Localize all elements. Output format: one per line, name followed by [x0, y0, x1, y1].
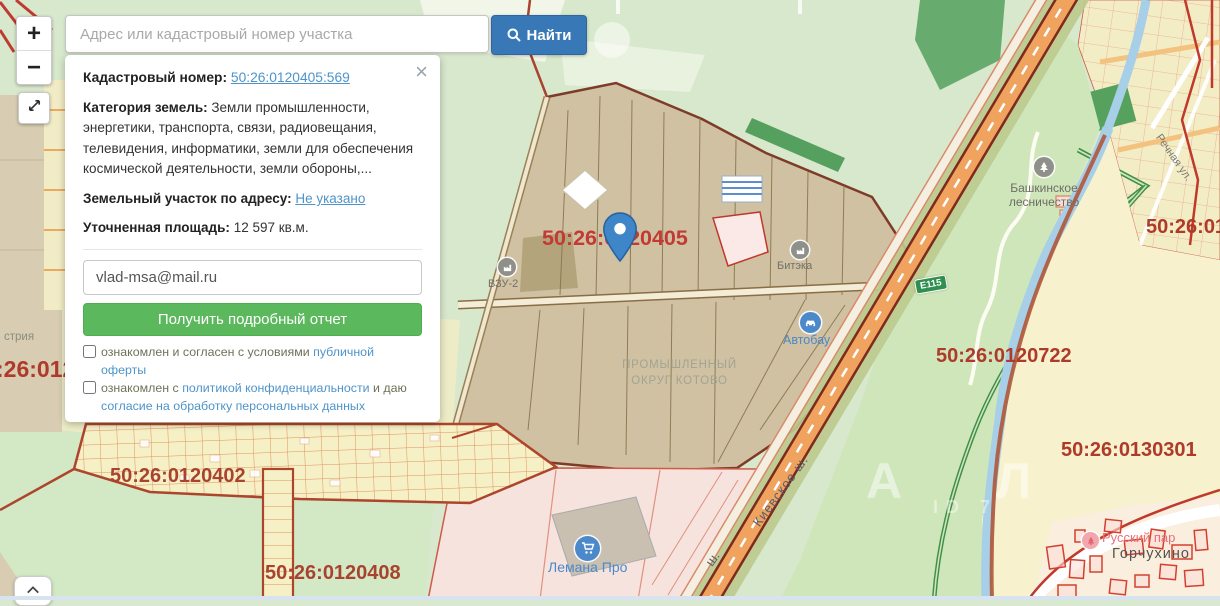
parcel-info-panel: × Кадастровый номер: 50:26:0120405:569 К… [65, 55, 440, 422]
expand-icon [27, 98, 42, 118]
offer-consent-text: ознакомлен и согласен с условиями [101, 345, 310, 359]
parcel-label-0120402: 50:26:0120402 [110, 465, 246, 487]
privacy-consent-text1: ознакомлен с [101, 381, 179, 395]
search-button-label: Найти [527, 27, 572, 44]
offer-consent-row: ознакомлен и согласен с условиями публич… [83, 344, 422, 379]
offer-consent-checkbox[interactable] [83, 345, 96, 358]
zoom-in-button[interactable]: + [17, 17, 51, 50]
forestry-icon [1034, 157, 1054, 177]
place-label-striya: стрия [4, 331, 34, 344]
fullscreen-button[interactable] [18, 92, 50, 124]
get-report-button[interactable]: Получить подробный отчет [83, 303, 422, 336]
avtobau-icon [800, 312, 821, 333]
cadastral-map-app: { "colors": { "accent_blue": "#3878b6", … [0, 0, 1220, 600]
vzu-label: ВЗУ-2 [488, 278, 518, 290]
area-label: Уточненная площадь: [83, 220, 230, 235]
parcel-label-0130301: 50:26:0130301 [1061, 439, 1197, 461]
divider [83, 249, 422, 250]
lemana-cart-icon [575, 536, 600, 561]
search-button[interactable]: Найти [491, 15, 587, 55]
map-pin-marker [602, 212, 638, 267]
zoom-controls: + − [16, 16, 52, 85]
privacy-consent-text2: и даю [373, 381, 407, 395]
forestry-label-line2: лесничество [998, 196, 1090, 210]
district-label-line2: ОКРУГ КОТОВО [597, 374, 762, 390]
cadastral-number-row: Кадастровый номер: 50:26:0120405:569 [83, 68, 422, 88]
privacy-consent-row: ознакомлен с политикой конфиденциальност… [83, 380, 422, 415]
address-label: Земельный участок по адресу: [83, 191, 292, 206]
cadastral-number-link[interactable]: 50:26:0120405:569 [231, 70, 350, 85]
bottom-strip [0, 596, 1220, 600]
parcel-label-0120722: 50:26:0120722 [936, 345, 1072, 367]
village-label-gorchuhino: Горчухино [1112, 547, 1190, 563]
striped-building [722, 176, 762, 202]
address-row: Земельный участок по адресу: Не указано [83, 189, 422, 209]
park-label: Русский пар [1102, 531, 1175, 545]
district-label-line1: ПРОМЫШЛЕННЫЙ [597, 358, 762, 374]
chevron-up-icon [26, 581, 40, 605]
district-label-kotovo: ПРОМЫШЛЕННЫЙ ОКРУГ КОТОВО [597, 358, 762, 389]
parcel-label-right-partial: 50:26:01 [1146, 216, 1220, 238]
consent-section: ознакомлен и согласен с условиями публич… [83, 344, 422, 415]
park-icon [1082, 532, 1099, 549]
forestry-label: Башкинское лесничество [998, 182, 1090, 210]
privacy-policy-link[interactable]: политикой конфиденциальности [182, 381, 369, 395]
email-field[interactable] [83, 260, 422, 295]
vzu-icon [498, 258, 516, 276]
land-category-row: Категория земель: Земли промышленности, … [83, 98, 422, 179]
privacy-consent-checkbox[interactable] [83, 381, 96, 394]
collapse-button[interactable] [14, 576, 52, 606]
land-category-label: Категория земель: [83, 100, 208, 115]
lemana-label: Лемана Про [548, 560, 627, 575]
zoom-out-button[interactable]: − [17, 50, 51, 84]
parcel-label-0120408: 50:26:0120408 [265, 562, 401, 584]
address-link[interactable]: Не указано [295, 191, 365, 206]
parcel-label-left-partial: :26:012 [0, 357, 75, 382]
biteka-icon [791, 241, 809, 259]
cadastral-number-label: Кадастровый номер: [83, 70, 227, 85]
forestry-label-line1: Башкинское [998, 182, 1090, 196]
close-icon[interactable]: × [415, 61, 428, 83]
search-input[interactable] [65, 15, 489, 53]
area-value: 12 597 кв.м. [234, 220, 309, 235]
avtobau-label: Автобау [783, 334, 830, 348]
personal-data-link[interactable]: согласие на обработку персональных данны… [101, 399, 365, 413]
area-row: Уточненная площадь: 12 597 кв.м. [83, 218, 422, 238]
biteka-label: Битэка [777, 260, 812, 272]
search-icon [507, 28, 521, 42]
